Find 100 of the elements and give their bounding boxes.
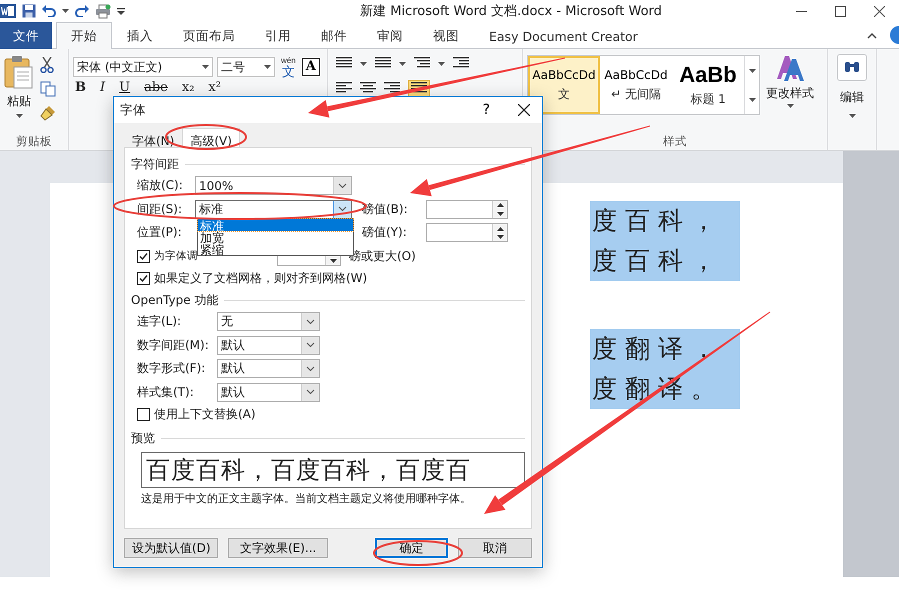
close-icon[interactable] (874, 6, 885, 16)
caret-icon[interactable] (848, 114, 856, 118)
caret-icon[interactable] (748, 98, 756, 102)
binoculars-icon (844, 59, 860, 73)
dropdown-option[interactable]: 紧缩 (198, 243, 353, 255)
field-label: 样式集(T): (137, 384, 195, 401)
field-label: 缩放(C): (137, 177, 184, 194)
dialog-tab[interactable]: 高级(V) (182, 128, 240, 148)
ribbon-tab[interactable]: Easy Document Creator (474, 22, 653, 49)
save-icon[interactable] (22, 4, 36, 18)
font-size-field[interactable]: 二号 (217, 57, 275, 77)
format-button[interactable]: abe (142, 80, 170, 96)
chevron-down-icon (338, 206, 347, 212)
paste-button[interactable]: 粘贴 (4, 55, 34, 134)
spacing-by-field[interactable] (426, 200, 508, 219)
undo-icon[interactable] (42, 5, 56, 17)
copy-icon[interactable] (40, 81, 56, 97)
ribbon-tab[interactable]: 插入 (112, 22, 168, 49)
field-label: 连字(L): (137, 313, 182, 330)
spin-arrows-icon[interactable] (492, 224, 507, 242)
format-button[interactable]: I (98, 80, 108, 96)
dialog-title: 字体 (120, 102, 147, 118)
format-button[interactable]: U (117, 80, 132, 96)
numbering-icon[interactable] (375, 57, 391, 70)
gallery-scrollbar[interactable] (744, 56, 759, 114)
spin-arrows-icon[interactable] (492, 200, 507, 218)
collapse-ribbon-icon[interactable] (867, 32, 877, 38)
checkbox-label: 为字体调 (154, 249, 198, 264)
dialog-button[interactable]: 设为默认值(D) (124, 538, 218, 558)
align-center-icon[interactable] (360, 82, 376, 95)
section-title: 预览 (131, 430, 155, 446)
chevron-down-icon (338, 182, 347, 189)
dropdown-option[interactable]: 标准 (198, 219, 353, 231)
caret-icon[interactable] (399, 62, 406, 66)
scissors-icon[interactable] (40, 57, 54, 73)
bullets-icon[interactable] (336, 57, 352, 70)
dialog-button[interactable]: 取消 (458, 538, 532, 558)
style-item[interactable]: AaBbCcDd ↵ 无间隔 (600, 56, 672, 114)
style-item[interactable]: AaBbCcDd 文 (528, 56, 600, 114)
ribbon-tab[interactable]: 审阅 (362, 22, 418, 49)
checkbox[interactable] (137, 408, 150, 420)
dropdown-caret-icon[interactable] (264, 65, 271, 69)
position-by-field[interactable] (426, 223, 508, 242)
maximize-icon[interactable] (835, 6, 846, 16)
chevron-down-icon (306, 366, 315, 372)
format-button[interactable]: B (73, 80, 88, 96)
character-border-button[interactable]: A (302, 58, 320, 76)
group-label: 样式 (662, 134, 688, 150)
checkbox[interactable] (137, 272, 150, 284)
ribbon-tab[interactable]: 邮件 (306, 22, 362, 49)
caret-icon[interactable] (786, 104, 794, 108)
checkbox-label: 使用上下文替换(A) (154, 406, 256, 422)
checkbox[interactable] (137, 250, 150, 263)
align-left-icon[interactable] (336, 82, 352, 95)
format-button[interactable]: x₂ (180, 80, 196, 96)
style-item[interactable]: AaBb 标题 1 (672, 56, 744, 114)
chevron-down-icon (306, 342, 315, 348)
section-title: 字符间距 (131, 156, 179, 172)
dropdown-caret-icon[interactable] (202, 65, 209, 69)
dropdown-option[interactable]: 加宽 (198, 231, 353, 243)
spacing-select[interactable]: 标准 (195, 200, 352, 219)
change-styles-button[interactable]: 更改样式 (760, 53, 820, 134)
ribbon-tab[interactable]: 视图 (418, 22, 474, 49)
format-button[interactable]: x² (206, 80, 223, 96)
caret-icon[interactable] (438, 62, 445, 66)
file-tab[interactable]: 文件 (0, 22, 52, 49)
option-select[interactable]: 无 (217, 312, 320, 332)
align-right-icon[interactable] (384, 82, 400, 95)
section-title: OpenType 功能 (131, 292, 218, 308)
chevron-down-icon (306, 318, 315, 325)
field-label: 位置(P): (137, 224, 183, 242)
paintbrush-icon[interactable] (40, 105, 56, 121)
paste-caret-icon[interactable] (16, 114, 22, 118)
ribbon-tab[interactable]: 页面布局 (168, 22, 250, 49)
redo-icon[interactable] (75, 5, 89, 17)
printer-icon[interactable] (95, 4, 111, 18)
editing-button[interactable]: 编辑 (831, 53, 873, 119)
ribbon-tab[interactable]: 引用 (250, 22, 306, 49)
caret-icon[interactable] (748, 68, 756, 72)
window-title: 新建 Microsoft Word 文档.docx - Microsoft Word (359, 3, 663, 20)
dialog-button[interactable]: 文字效果(E)... (228, 538, 328, 558)
help-button[interactable]: ? (476, 101, 496, 119)
field-label: 数字形式(F): (137, 360, 206, 378)
checkbox-label: 如果定义了文档网格，则对齐到网格(W) (154, 270, 368, 286)
option-select[interactable]: 默认 (217, 359, 320, 378)
customize-menu-icon[interactable] (117, 6, 125, 16)
option-select[interactable]: 默认 (217, 336, 320, 355)
close-icon[interactable] (518, 104, 530, 116)
indent-icon[interactable] (453, 57, 469, 70)
ribbon-tab[interactable]: 开始 (56, 22, 112, 49)
phonetic-guide-button[interactable]: wén 文 (279, 56, 298, 78)
font-name-field[interactable]: 宋体 (中文正文) (73, 57, 213, 77)
clipboard-icon (4, 55, 34, 89)
undo-menu-caret-icon[interactable] (62, 9, 69, 13)
scale-select[interactable]: 100% (195, 176, 352, 196)
preview-box: 百度百科，百度百科，百度百 (141, 452, 525, 488)
option-select[interactable]: 默认 (217, 382, 320, 402)
word-logo-icon[interactable] (0, 3, 16, 19)
caret-icon[interactable] (360, 62, 367, 66)
multilevel-list-icon[interactable] (414, 57, 430, 70)
